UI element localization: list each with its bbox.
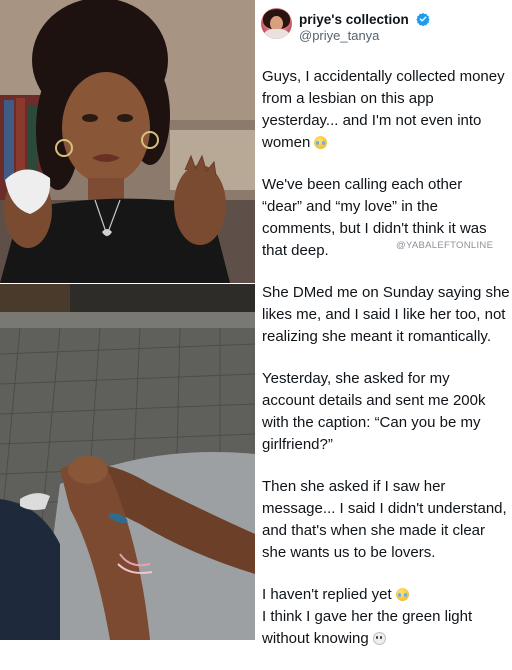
tweet-paragraph-3: She DMed me on Sunday saying she likes m…	[262, 282, 510, 348]
user-handle[interactable]: @priye_tanya	[299, 28, 379, 43]
crying-laughing-emoji-icon	[395, 588, 409, 601]
text-line: Yesterday, she asked for my	[262, 370, 450, 387]
tweet-paragraph-5: Then she asked if I saw her message... I…	[262, 476, 510, 564]
text-line: account details and sent me 200k	[262, 392, 486, 409]
text-line: she wants us to be lovers.	[262, 544, 436, 561]
text-line: girlfriend?”	[262, 436, 333, 453]
text-line: yesterday... and I'm not even into	[262, 112, 482, 129]
post-panel: priye's collection @priye_tanya Guys, I …	[255, 0, 512, 647]
watermark-text: @YABALEFTONLINE	[396, 240, 494, 251]
text-line: and that's when she made it clear	[262, 522, 485, 539]
text-line: from a lesbian on this app	[262, 90, 434, 107]
image-column	[0, 0, 255, 640]
text-line: We've been calling each other	[262, 176, 463, 193]
text-line: Then she asked if I saw her	[262, 478, 446, 495]
skull-emoji-icon	[372, 632, 386, 645]
text-line: realizing she meant it romantically.	[262, 328, 491, 345]
display-name[interactable]: priye's collection	[299, 12, 409, 27]
text-line: comments, but I didn't think it was	[262, 220, 487, 237]
crying-laughing-emoji-icon	[314, 136, 328, 149]
text-line: likes me, and I said I like her too, not	[262, 306, 506, 323]
photo-holding-hands	[0, 284, 255, 640]
text-line: women	[262, 132, 510, 154]
tweet-paragraph-1: Guys, I accidentally collected money fro…	[262, 66, 510, 154]
post-header: priye's collection @priye_tanya	[261, 8, 506, 48]
verified-badge-icon	[416, 12, 430, 31]
tweet-paragraph-6: I haven't replied yet I think I gave her…	[262, 584, 510, 650]
text-line: message... I said I didn't understand,	[262, 500, 507, 517]
photo-woman-crying	[0, 0, 255, 283]
tweet-paragraph-4: Yesterday, she asked for my account deta…	[262, 368, 510, 456]
tweet-text: Guys, I accidentally collected money fro…	[262, 66, 510, 670]
text-line: without knowing	[262, 628, 510, 650]
avatar[interactable]	[261, 8, 292, 39]
text-line: She DMed me on Sunday saying she	[262, 284, 510, 301]
text-line: I haven't replied yet	[262, 584, 510, 606]
text-line: “dear” and “my love” in the	[262, 198, 438, 215]
text-line: with the caption: “Can you be my	[262, 414, 481, 431]
text-line: Guys, I accidentally collected money	[262, 68, 505, 85]
text-line: I think I gave her the green light	[262, 608, 473, 625]
